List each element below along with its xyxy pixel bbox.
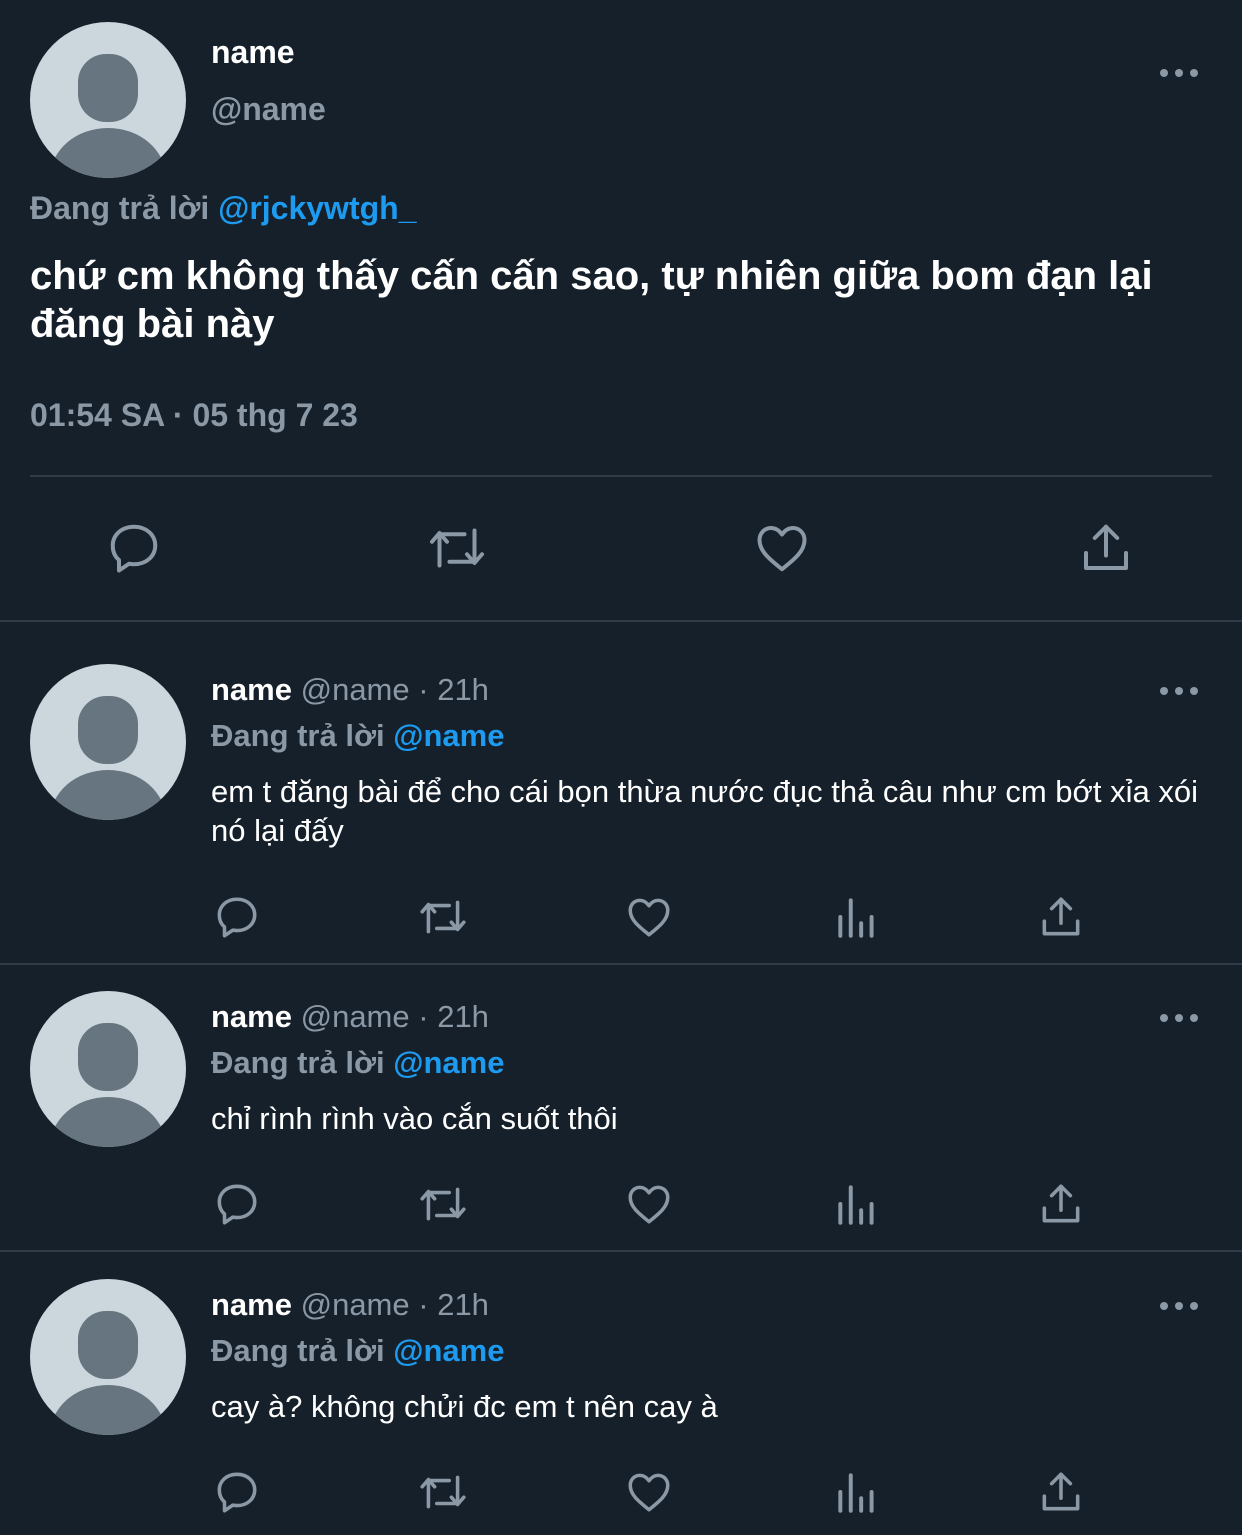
like-icon — [628, 1185, 670, 1224]
share-button[interactable] — [1076, 518, 1136, 578]
tweet-text: em t đăng bài để cho cái bọn thừa nước đ… — [211, 774, 1198, 848]
retweet-button[interactable] — [423, 518, 491, 578]
share-button[interactable] — [1036, 1179, 1086, 1229]
default-avatar-icon — [50, 1311, 166, 1435]
like-button[interactable] — [624, 892, 674, 942]
analytics-icon — [838, 898, 874, 938]
replying-prefix: Đang trả lời — [211, 1045, 385, 1080]
relative-time[interactable]: 21h — [437, 672, 489, 707]
default-avatar-icon — [50, 1023, 166, 1147]
tweet-timestamp[interactable]: 01:54 SA · 05 thg 7 23 — [30, 397, 358, 434]
divider — [0, 1250, 1242, 1252]
replying-to: Đang trả lời @rjckywtgh_ — [30, 190, 416, 227]
mention-link[interactable]: @name — [393, 1045, 504, 1080]
relative-time[interactable]: 21h — [437, 999, 489, 1034]
reply-header: name @name · 21h — [211, 999, 489, 1035]
mention-link[interactable]: @name — [393, 1333, 504, 1368]
like-button[interactable] — [624, 1179, 674, 1229]
user-handle[interactable]: @name — [301, 672, 410, 707]
retweet-icon — [430, 528, 484, 568]
avatar[interactable] — [30, 664, 186, 820]
replying-to: Đang trả lời @name — [211, 718, 504, 754]
replying-to: Đang trả lời @name — [211, 1045, 504, 1081]
default-avatar-icon — [50, 696, 166, 820]
display-name[interactable]: name — [211, 999, 292, 1034]
more-options-button[interactable] — [1159, 1008, 1199, 1028]
like-button[interactable] — [624, 1467, 674, 1517]
avatar[interactable] — [30, 991, 186, 1147]
analytics-button[interactable] — [832, 1467, 882, 1517]
reply-header: name @name · 21h — [211, 672, 489, 708]
divider — [0, 620, 1242, 622]
replying-prefix: Đang trả lời — [211, 1333, 385, 1368]
tweet-text: chỉ rình rình vào cắn suốt thôi — [211, 1101, 618, 1136]
user-handle[interactable]: @name — [211, 91, 326, 128]
share-icon — [1084, 524, 1128, 570]
retweet-icon — [420, 900, 466, 934]
more-options-button[interactable] — [1159, 63, 1199, 83]
separator: · — [418, 1287, 429, 1322]
like-icon — [628, 898, 670, 937]
avatar[interactable] — [30, 22, 186, 178]
retweet-icon — [420, 1187, 466, 1221]
replying-prefix: Đang trả lời — [30, 190, 210, 226]
reply-icon — [110, 524, 158, 573]
reply-icon — [217, 897, 257, 938]
reply-icon — [217, 1472, 257, 1513]
like-button[interactable] — [752, 518, 812, 578]
reply-icon — [217, 1184, 257, 1225]
more-icon — [1160, 69, 1198, 77]
analytics-button[interactable] — [832, 1179, 882, 1229]
display-name[interactable]: name — [211, 1287, 292, 1322]
analytics-icon — [838, 1185, 874, 1225]
retweet-button[interactable] — [414, 1467, 472, 1517]
retweet-button[interactable] — [414, 1179, 472, 1229]
more-icon — [1160, 1302, 1198, 1310]
replying-prefix: Đang trả lời — [211, 718, 385, 753]
default-avatar-icon — [50, 54, 166, 178]
reply-header: name @name · 21h — [211, 1287, 489, 1323]
like-icon — [757, 526, 807, 572]
analytics-icon — [838, 1473, 874, 1513]
more-options-button[interactable] — [1159, 1296, 1199, 1316]
replying-to: Đang trả lời @name — [211, 1333, 504, 1369]
share-icon — [1042, 897, 1080, 936]
user-handle[interactable]: @name — [301, 1287, 410, 1322]
mention-link[interactable]: @rjckywtgh_ — [218, 190, 416, 226]
reply-button[interactable] — [104, 518, 164, 578]
share-button[interactable] — [1036, 1467, 1086, 1517]
separator: · — [418, 999, 429, 1034]
reply-button[interactable] — [212, 1179, 262, 1229]
relative-time[interactable]: 21h — [437, 1287, 489, 1322]
reply-button[interactable] — [212, 1467, 262, 1517]
tweet-text: chứ cm không thấy cấn cấn sao, tự nhiên … — [30, 254, 1153, 346]
display-name[interactable]: name — [211, 34, 295, 71]
like-icon — [628, 1473, 670, 1512]
more-icon — [1160, 687, 1198, 695]
reply-button[interactable] — [212, 892, 262, 942]
retweet-button[interactable] — [414, 892, 472, 942]
share-icon — [1042, 1472, 1080, 1511]
more-options-button[interactable] — [1159, 681, 1199, 701]
divider — [0, 963, 1242, 965]
separator: · — [418, 672, 429, 707]
analytics-button[interactable] — [832, 892, 882, 942]
retweet-icon — [420, 1475, 466, 1509]
share-button[interactable] — [1036, 892, 1086, 942]
mention-link[interactable]: @name — [393, 718, 504, 753]
tweet-text: cay à? không chửi đc em t nên cay à — [211, 1389, 718, 1424]
display-name[interactable]: name — [211, 672, 292, 707]
more-icon — [1160, 1014, 1198, 1022]
divider — [30, 475, 1212, 477]
user-handle[interactable]: @name — [301, 999, 410, 1034]
share-icon — [1042, 1184, 1080, 1223]
avatar[interactable] — [30, 1279, 186, 1435]
